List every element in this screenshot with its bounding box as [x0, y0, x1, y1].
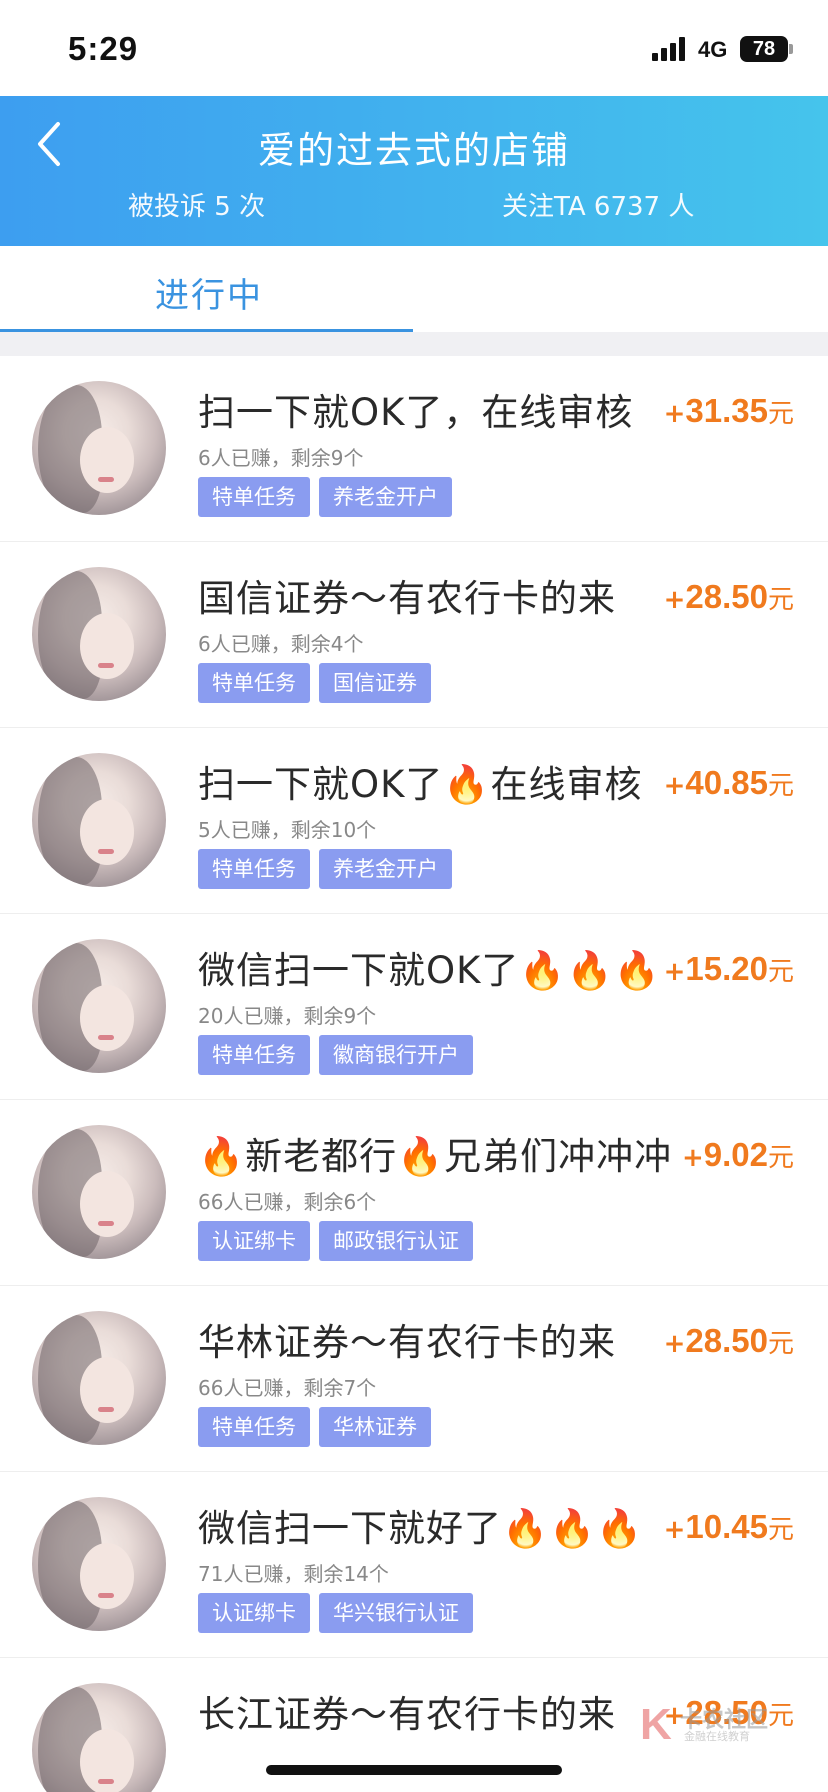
- task-reward: +10.45元: [664, 1508, 794, 1546]
- task-tags: 认证绑卡 邮政银行认证: [198, 1221, 473, 1261]
- tab-label: 进行中: [155, 276, 263, 316]
- shop-header: 爱的过去式的店铺 被投诉 5 次 关注TA 6737 人: [0, 96, 828, 246]
- reward-amount: 28.50: [685, 578, 768, 615]
- reward-plus: +: [663, 585, 686, 615]
- task-tags: 特单任务 徽商银行开户: [198, 1035, 473, 1075]
- reward-plus: +: [663, 1515, 686, 1545]
- task-tag: 邮政银行认证: [319, 1221, 473, 1261]
- task-tags: 特单任务 华林证券: [198, 1407, 431, 1447]
- avatar: [32, 939, 166, 1073]
- task-tag: 认证绑卡: [198, 1593, 310, 1633]
- reward-plus: +: [681, 1143, 704, 1173]
- reward-plus: +: [663, 771, 686, 801]
- task-item[interactable]: 🔥新老都行🔥兄弟们冲冲冲 66人已赚，剩余6个认证绑卡 邮政银行认证 +9.02元: [0, 1100, 828, 1286]
- reward-unit: 元: [767, 771, 794, 801]
- task-tags: 特单任务 养老金开户: [198, 477, 452, 517]
- reward-amount: 9.02: [703, 1136, 768, 1173]
- reward-amount: 40.85: [685, 764, 768, 801]
- tab-bar: 进行中: [0, 246, 828, 332]
- complaint-count: 被投诉 5 次: [128, 192, 266, 222]
- task-reward: +31.35元: [664, 392, 794, 430]
- avatar: [32, 1125, 166, 1259]
- task-progress: 5人已赚，剩余10个: [198, 818, 377, 842]
- avatar: [32, 381, 166, 515]
- reward-unit: 元: [767, 1515, 794, 1545]
- battery-cap: [789, 44, 793, 54]
- task-tag: 特单任务: [198, 849, 310, 889]
- task-title: 华林证券～有农行卡的来: [198, 1321, 616, 1364]
- task-tags: 认证绑卡 华兴银行认证: [198, 1593, 473, 1633]
- page-title: 爱的过去式的店铺: [258, 129, 570, 172]
- task-progress: 6人已赚，剩余4个: [198, 632, 364, 656]
- task-tag: 养老金开户: [319, 477, 452, 517]
- reward-unit: 元: [767, 1329, 794, 1359]
- task-reward: +28.50元: [664, 1322, 794, 1360]
- avatar: [32, 1311, 166, 1445]
- task-item[interactable]: 微信扫一下就好了🔥🔥🔥 71人已赚，剩余14个认证绑卡 华兴银行认证 +10.45元: [0, 1472, 828, 1658]
- task-progress: 71人已赚，剩余14个: [198, 1562, 389, 1586]
- task-tag: 国信证券: [319, 663, 431, 703]
- task-reward: +28.50元: [664, 578, 794, 616]
- task-title: 国信证券～有农行卡的来: [198, 577, 616, 620]
- task-title: 扫一下就OK了，在线审核: [198, 391, 634, 434]
- follower-count[interactable]: 关注TA 6737 人: [502, 186, 694, 223]
- reward-amount: 31.35: [685, 392, 768, 429]
- reward-unit: 元: [767, 585, 794, 615]
- reward-unit: 元: [767, 399, 794, 429]
- task-tag: 认证绑卡: [198, 1221, 310, 1261]
- task-tag: 养老金开户: [319, 849, 452, 889]
- task-tag: 华兴银行认证: [319, 1593, 473, 1633]
- task-progress: 20人已赚，剩余9个: [198, 1004, 377, 1028]
- task-tags: 特单任务 国信证券: [198, 663, 431, 703]
- home-indicator[interactable]: [266, 1765, 562, 1775]
- reward-unit: 元: [767, 1143, 794, 1173]
- task-tag: 特单任务: [198, 1035, 310, 1075]
- task-reward: +40.85元: [664, 764, 794, 802]
- avatar: [32, 1683, 166, 1792]
- reward-amount: 15.20: [685, 950, 768, 987]
- reward-amount: 10.45: [685, 1508, 768, 1545]
- watermark-sub: 金融在线教育: [684, 1730, 750, 1743]
- task-tag: 徽商银行开户: [319, 1035, 473, 1075]
- avatar: [32, 567, 166, 701]
- task-tags: 特单任务 养老金开户: [198, 849, 452, 889]
- task-title: 微信扫一下就好了🔥🔥🔥: [198, 1507, 644, 1550]
- watermark-logo-icon: K: [640, 1700, 672, 1749]
- task-reward: +9.02元: [682, 1136, 794, 1174]
- tab-in-progress[interactable]: 进行中: [0, 246, 413, 332]
- task-item[interactable]: 国信证券～有农行卡的来 6人已赚，剩余4个特单任务 国信证券 +28.50元: [0, 542, 828, 728]
- task-title: 长江证券～有农行卡的来: [198, 1693, 616, 1736]
- network-label: 4G: [698, 37, 728, 62]
- reward-amount: 28.50: [685, 1322, 768, 1359]
- task-title: 🔥新老都行🔥兄弟们冲冲冲: [198, 1135, 673, 1178]
- task-list: 扫一下就OK了，在线审核 6人已赚，剩余9个 特单任务 养老金开户 +31.35元 国信证…: [0, 356, 828, 1792]
- signal-icon: [652, 37, 688, 61]
- section-divider: [0, 332, 828, 356]
- task-tag: 华林证券: [319, 1407, 431, 1447]
- task-tag: 特单任务: [198, 663, 310, 703]
- task-title: 微信扫一下就OK了🔥🔥🔥: [198, 949, 661, 992]
- reward-plus: +: [663, 957, 686, 987]
- avatar: [32, 753, 166, 887]
- battery-icon: 78: [740, 36, 788, 62]
- task-item[interactable]: 扫一下就OK了🔥在线审核 5人已赚，剩余10个特单任务 养老金开户 +40.85元: [0, 728, 828, 914]
- reward-unit: 元: [767, 957, 794, 987]
- task-progress: 66人已赚，剩余6个: [198, 1190, 377, 1214]
- watermark: K 卡农社区 金融在线教育: [640, 1700, 790, 1750]
- task-reward: +15.20元: [664, 950, 794, 988]
- task-item[interactable]: 微信扫一下就OK了🔥🔥🔥 20人已赚，剩余9个特单任务 徽商银行开户 +15.20元: [0, 914, 828, 1100]
- reward-plus: +: [663, 1329, 686, 1359]
- reward-plus: +: [663, 399, 686, 429]
- task-tag: 特单任务: [198, 477, 310, 517]
- task-item[interactable]: 华林证券～有农行卡的来 66人已赚，剩余7个特单任务 华林证券 +28.50元: [0, 1286, 828, 1472]
- task-tag: 特单任务: [198, 1407, 310, 1447]
- status-time: 5:29: [68, 30, 139, 67]
- task-progress: 6人已赚，剩余9个: [198, 446, 364, 470]
- task-progress: 66人已赚，剩余7个: [198, 1376, 377, 1400]
- status-bar: 5:29 4G 78: [0, 0, 828, 96]
- avatar: [32, 1497, 166, 1631]
- task-item[interactable]: 扫一下就OK了，在线审核 6人已赚，剩余9个特单任务 养老金开户 +31.35元: [0, 356, 828, 542]
- task-title: 扫一下就OK了🔥在线审核: [198, 763, 643, 806]
